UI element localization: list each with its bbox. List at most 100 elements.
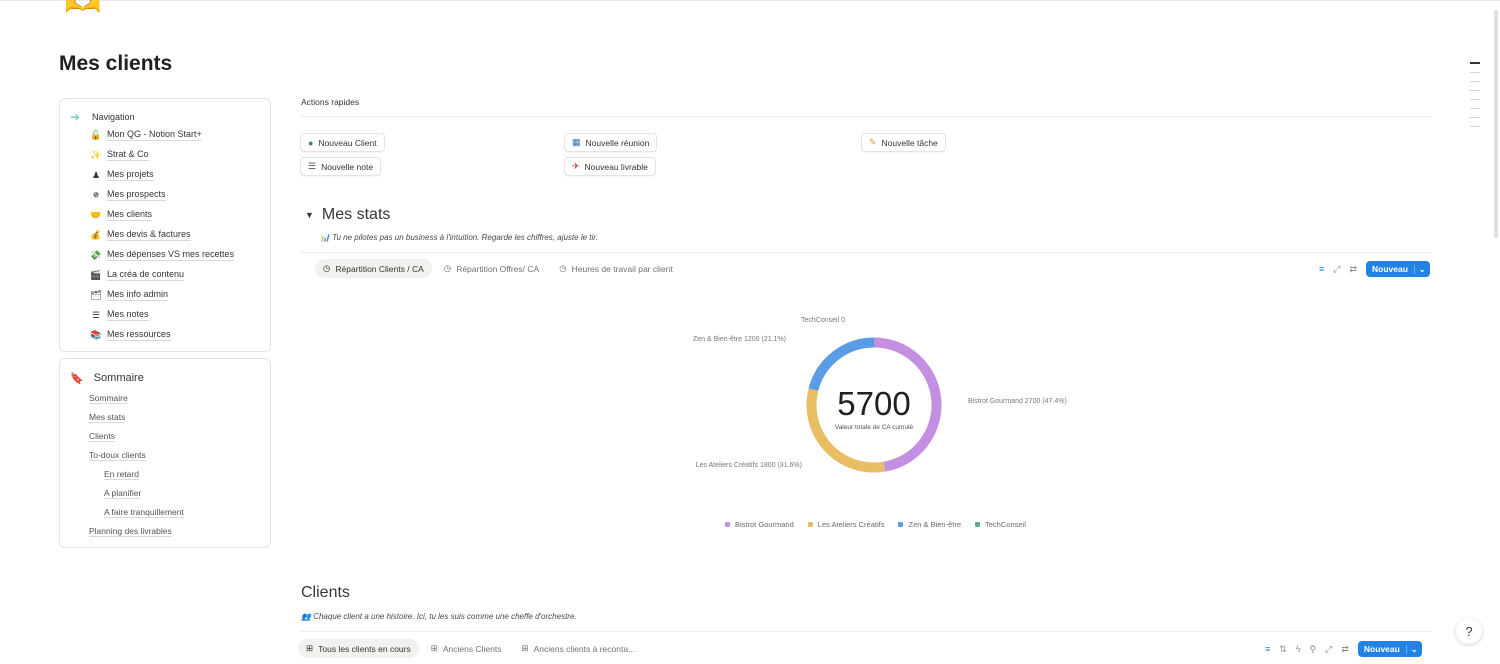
center-label: Valeur totale de CA cumulé bbox=[835, 424, 914, 431]
expand-icon[interactable]: ⤢ bbox=[1325, 644, 1332, 655]
nav-item[interactable]: ✨ Strat & Co bbox=[90, 145, 270, 165]
legend-item[interactable]: Bistrot Gourmand bbox=[725, 520, 794, 529]
nav-item[interactable]: 🤝 Mes clients bbox=[90, 205, 270, 225]
page-icon: 🤝 bbox=[90, 209, 102, 220]
tab-anciens-a-recontacter[interactable]: ⊞ Anciens clients à reconta... bbox=[513, 639, 643, 658]
page-icon: 🫶 bbox=[64, 0, 102, 20]
sommaire-link[interactable]: Clients bbox=[89, 427, 270, 446]
sommaire-link[interactable]: Mes stats bbox=[89, 408, 270, 427]
new-button-label: Nouveau bbox=[1372, 264, 1408, 274]
chevron-down-icon[interactable]: ⌄ bbox=[1405, 644, 1422, 654]
donut-slice-2[interactable] bbox=[808, 337, 875, 392]
data-label: Les Ateliers Créatifs 1800 (31.6%) bbox=[696, 462, 802, 469]
tab-label: Tous les clients en cours bbox=[318, 643, 411, 654]
navigation-panel: ➜ Navigation 🔓 Mon QG - Notion Start+ ✨ Str… bbox=[59, 98, 271, 352]
new-meeting-button[interactable]: ▦ Nouvelle réunion bbox=[564, 133, 658, 152]
legend-swatch bbox=[975, 522, 981, 527]
tab-tous-les-clients[interactable]: ⊞ Tous les clients en cours bbox=[298, 639, 419, 658]
filter-icon[interactable]: ≡ bbox=[1265, 644, 1270, 654]
nav-item[interactable]: 💰 Mes devis & factures bbox=[90, 225, 270, 245]
quick-actions-title: Actions rapides bbox=[301, 97, 360, 107]
nav-item[interactable]: 🎬 La créa de contenu bbox=[90, 265, 270, 285]
sommaire-link[interactable]: A faire tranquillement bbox=[104, 503, 270, 522]
nav-item[interactable]: 💸 Mes dépenses VS mes recettes bbox=[90, 245, 270, 265]
sommaire-link[interactable]: A planifier bbox=[104, 484, 270, 503]
page-icon: 📚 bbox=[90, 329, 102, 340]
new-deliverable-button[interactable]: ✈ Nouveau livrable bbox=[564, 157, 656, 176]
gallery-icon: ⊞ bbox=[306, 643, 314, 653]
sommaire-link[interactable]: To-doux clients bbox=[89, 446, 270, 465]
outline-markers[interactable] bbox=[1470, 62, 1480, 135]
arrow-right-icon: ➜ bbox=[70, 110, 81, 124]
nav-item[interactable]: ♟ Mes projets bbox=[90, 165, 270, 185]
toggle-triangle-icon[interactable]: ▼ bbox=[305, 210, 314, 220]
legend-label: Les Ateliers Créatifs bbox=[817, 520, 885, 529]
clients-title: Clients bbox=[301, 584, 350, 601]
nav-item[interactable]: 🔓 Mon QG - Notion Start+ bbox=[90, 125, 270, 145]
legend-item[interactable]: Zen & Bien-être bbox=[898, 520, 961, 529]
legend-item[interactable]: TechConseil bbox=[975, 520, 1026, 529]
tab-anciens-clients[interactable]: ⊞ Anciens Clients bbox=[423, 639, 510, 658]
nav-item-label: Mes projets bbox=[107, 169, 154, 181]
settings-icon[interactable]: ⇄ bbox=[1341, 644, 1349, 655]
automation-icon[interactable]: ϟ bbox=[1296, 644, 1301, 654]
sommaire-link-label: En retard bbox=[104, 469, 139, 480]
sommaire-link-label: A planifier bbox=[104, 488, 142, 499]
sommaire-link[interactable]: Planning des livrables bbox=[89, 522, 270, 541]
button-label: Nouvelle tâche bbox=[881, 137, 938, 148]
edit-icon: ✎ bbox=[869, 137, 877, 147]
clients-subtitle: 👥 Chaque client a une histoire. Ici, tu … bbox=[301, 612, 577, 621]
tab-heures-travail[interactable]: ◷ Heures de travail par client bbox=[551, 259, 681, 278]
sommaire-title: Sommaire bbox=[93, 372, 144, 384]
stats-title: Mes stats bbox=[321, 206, 391, 223]
tab-label: Anciens Clients bbox=[442, 643, 502, 654]
help-button[interactable]: ? bbox=[1456, 618, 1482, 644]
sommaire-link-label: Sommaire bbox=[89, 393, 128, 404]
new-note-button[interactable]: ☰ Nouvelle note bbox=[300, 157, 382, 176]
page-icon: ☰ bbox=[91, 309, 101, 320]
stats-heading[interactable]: ▼ Mes stats bbox=[305, 206, 390, 224]
nav-item[interactable]: ✵ Mes prospects bbox=[90, 185, 270, 205]
stats-subtitle-text: Tu ne pilotes pas un business à l'intuit… bbox=[332, 233, 598, 242]
page-icon: 💸 bbox=[90, 249, 102, 260]
new-client-button[interactable]: ● Nouveau Client bbox=[300, 133, 385, 152]
legend-item[interactable]: Les Ateliers Créatifs bbox=[807, 520, 885, 529]
chevron-down-icon[interactable]: ⌄ bbox=[1413, 264, 1430, 274]
nav-item-label: Mon QG - Notion Start+ bbox=[107, 129, 202, 141]
bookmark-icon: 🔖 bbox=[70, 372, 84, 385]
legend-swatch bbox=[725, 522, 730, 527]
sommaire-link[interactable]: Sommaire bbox=[89, 389, 270, 408]
page-icon: ✵ bbox=[92, 189, 100, 200]
page-icon: ✨ bbox=[90, 149, 102, 160]
top-divider bbox=[0, 0, 1500, 1]
clients-subtitle-text: Chaque client a une histoire. Ici, tu le… bbox=[313, 612, 577, 621]
navigation-header: ➜ Navigation bbox=[70, 109, 270, 125]
expand-icon[interactable]: ⤢ bbox=[1333, 264, 1340, 275]
center-value: 5700 bbox=[837, 385, 910, 422]
button-label: Nouveau Client bbox=[318, 137, 377, 148]
filter-icon[interactable]: ≡ bbox=[1319, 264, 1324, 274]
new-button[interactable]: Nouveau ⌄ bbox=[1366, 261, 1430, 277]
sort-icon[interactable]: ⇅ bbox=[1279, 644, 1287, 655]
tab-label: Répartition Clients / CA bbox=[335, 263, 424, 274]
page-icon: 🔓 bbox=[90, 129, 102, 140]
nav-item[interactable]: 📚 Mes ressources bbox=[90, 325, 270, 345]
data-label: TechConseil 0 bbox=[801, 317, 845, 324]
data-label: Zen & Bien-être 1200 (21.1%) bbox=[693, 336, 786, 343]
nav-item-label: Mes notes bbox=[107, 309, 149, 321]
new-task-button[interactable]: ✎ Nouvelle tâche bbox=[861, 133, 946, 152]
scrollbar[interactable] bbox=[1494, 10, 1498, 238]
navigation-title: Navigation bbox=[92, 112, 135, 122]
tab-repartition-clients[interactable]: ◷ Répartition Clients / CA bbox=[315, 259, 432, 278]
tab-repartition-offres[interactable]: ◷ Répartition Offres/ CA bbox=[436, 259, 547, 278]
nav-item-label: Mes clients bbox=[107, 209, 153, 221]
sommaire-link[interactable]: En retard bbox=[104, 465, 270, 484]
nav-item-label: Mes ressources bbox=[107, 329, 171, 341]
nav-item[interactable]: 🗂 Mes info admin bbox=[90, 285, 270, 305]
donut-chart: Bistrot Gourmand 2700 (47.4%) Les Atelier… bbox=[693, 317, 1067, 473]
new-button[interactable]: Nouveau ⌄ bbox=[1357, 641, 1422, 657]
page-title: Mes clients bbox=[59, 52, 173, 75]
settings-icon[interactable]: ⇄ bbox=[1349, 264, 1357, 275]
nav-item[interactable]: ☰ Mes notes bbox=[90, 305, 270, 325]
search-icon[interactable]: ⚲ bbox=[1310, 644, 1317, 655]
